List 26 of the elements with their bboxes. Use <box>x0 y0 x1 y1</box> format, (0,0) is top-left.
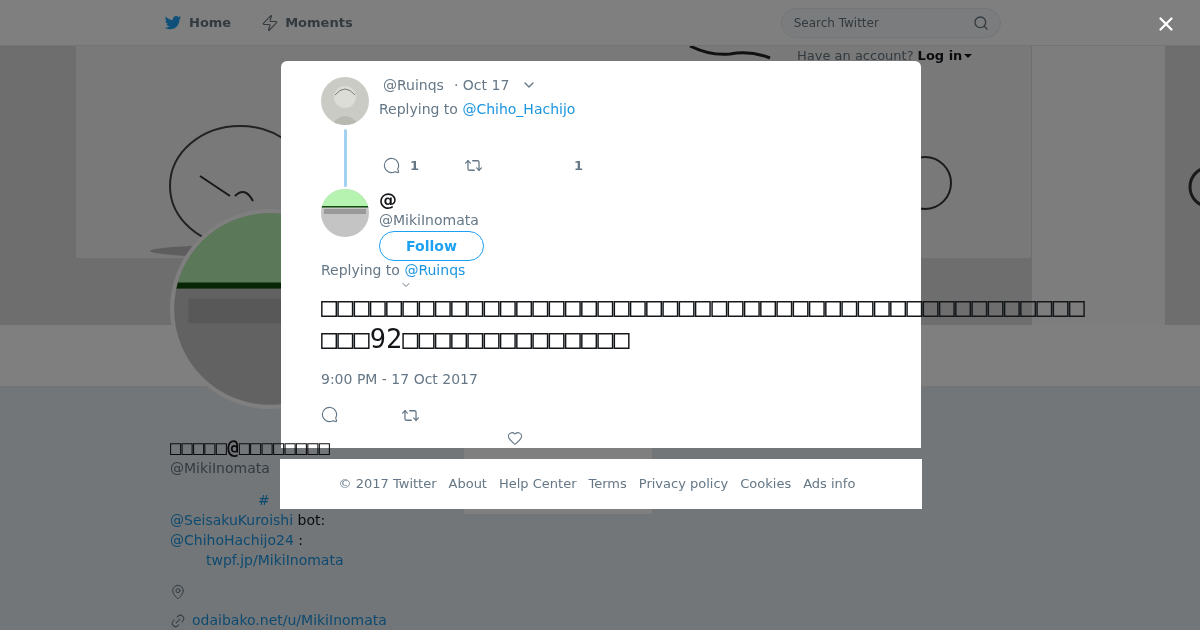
footer-link[interactable]: About <box>448 474 487 494</box>
search-field[interactable]: Search Twitter <box>780 7 1001 38</box>
copyright-text: © 2017 Twitter <box>338 475 437 494</box>
nav-link[interactable]: Home <box>163 12 232 33</box>
footer-link[interactable]: Terms <box>588 474 627 494</box>
bio-link[interactable]: @SeisakuKuroishi <box>170 512 294 528</box>
nav-link[interactable]: Moments <box>261 12 353 33</box>
footer-link[interactable]: Help Center <box>498 474 577 494</box>
bio-text: bot: <box>296 512 326 528</box>
lightning-icon <box>261 12 280 33</box>
footer-link[interactable]: Ads info <box>803 474 856 494</box>
reply-icon[interactable] <box>321 406 338 423</box>
tweet-timestamp: 9:00 PM - 17 Oct 2017 <box>321 370 479 389</box>
search-icon <box>972 14 989 31</box>
website-link[interactable]: odaibako.net/u/MikiInomata <box>192 610 387 630</box>
footer-link[interactable]: Privacy policy <box>638 474 729 494</box>
profile-handle: @MikiInomata <box>170 459 270 478</box>
bird-icon <box>163 13 183 32</box>
profile-name: □□□□□@□□□□□□□□ <box>170 436 331 458</box>
heart-icon[interactable] <box>507 430 523 446</box>
footer-link[interactable]: Cookies <box>740 474 792 494</box>
bio-link[interactable]: # <box>258 492 270 508</box>
location-icon <box>170 584 186 600</box>
bio-text: : <box>297 532 303 548</box>
bio-link[interactable]: twpf.jp/MikiInomata <box>206 552 344 568</box>
bio-link[interactable]: @ChihoHachijo24 <box>170 532 294 548</box>
